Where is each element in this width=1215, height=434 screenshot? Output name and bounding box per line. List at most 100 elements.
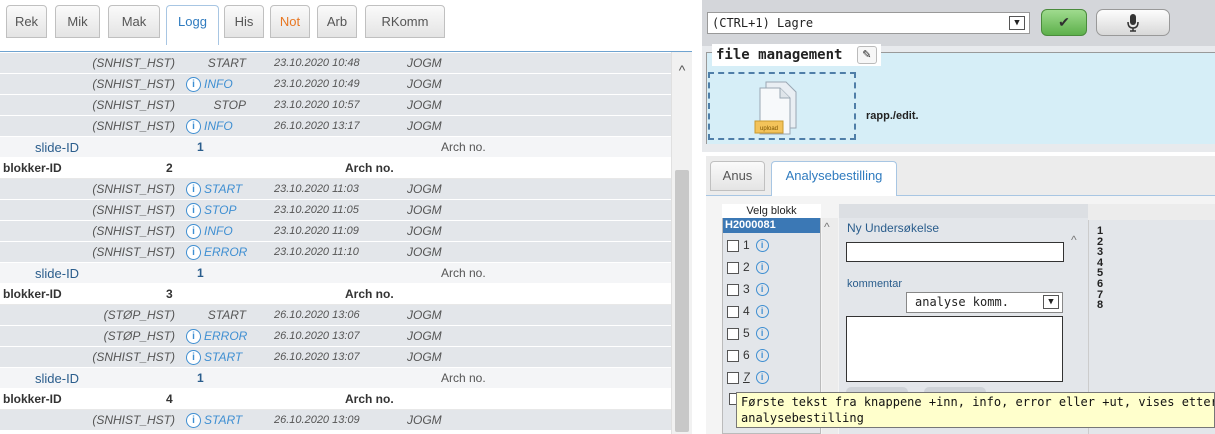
log-date: 23.10.2020 10:49	[274, 78, 360, 90]
slide-row[interactable]: slide-ID 1 Arch no.	[0, 263, 671, 284]
log-type: START	[207, 56, 246, 70]
info-icon[interactable]: i	[755, 305, 769, 319]
blokk-row[interactable]: blokker-ID 4 Arch no.	[0, 389, 671, 410]
blokk-checkbox[interactable]	[727, 261, 739, 274]
blokk-checkbox[interactable]	[727, 349, 739, 362]
info-icon[interactable]: i	[186, 245, 201, 260]
kommentar-select[interactable]: analyse komm. ▼	[906, 292, 1063, 313]
log-row[interactable]: (SNHIST_HST) i START 26.10.2020 13:07 JOGM	[0, 347, 671, 368]
blokk-checkbox[interactable]	[727, 371, 739, 384]
log-type: ERROR	[204, 329, 248, 343]
tooltip-line-2: analysebestilling	[741, 411, 864, 425]
blokk-checkbox[interactable]	[727, 327, 739, 340]
info-icon[interactable]: i	[755, 327, 769, 341]
action-select[interactable]: (CTRL+1) Lagre ▼	[707, 12, 1030, 34]
info-icon[interactable]: i	[755, 371, 769, 385]
log-date: 23.10.2020 11:03	[274, 183, 359, 195]
save-button[interactable]: ✔	[1041, 9, 1087, 36]
info-icon[interactable]: i	[186, 119, 201, 134]
chevron-down-icon[interactable]: ▼	[1009, 16, 1025, 30]
blokk-item[interactable]: 6i	[727, 346, 769, 364]
slide-arch: Arch no.	[441, 140, 486, 154]
slide-row[interactable]: slide-ID 1 Arch no.	[0, 137, 671, 158]
tab-his[interactable]: His	[224, 5, 264, 38]
scroll-up-icon[interactable]: ^	[824, 220, 830, 234]
scroll-up-icon[interactable]: ^	[676, 63, 688, 77]
order-scrollbar[interactable]: ^	[1067, 225, 1085, 265]
info-icon[interactable]: i	[755, 261, 769, 275]
log-row[interactable]: (SNHIST_HST) i START 23.10.2020 11:03 JOGM	[0, 179, 671, 200]
tab-rkomm[interactable]: RKomm	[365, 5, 445, 38]
app-root: Rek Mik Mak Logg His Not Arb RKomm (SNHI…	[0, 0, 1215, 434]
blokk-arch: Arch no.	[345, 287, 394, 301]
log-row[interactable]: (SNHIST_HST) i INFO 26.10.2020 13:17 JOGM	[0, 116, 671, 137]
slide-label: slide-ID	[35, 140, 80, 155]
file-management-title: file management	[716, 47, 843, 63]
tab-anus[interactable]: Anus	[710, 161, 765, 191]
log-date: 23.10.2020 10:48	[274, 57, 360, 69]
kommentar-textarea[interactable]	[846, 316, 1063, 382]
log-row[interactable]: (SNHIST_HST) START 23.10.2020 10:48 JOGM	[0, 53, 671, 74]
rapp-edit-label[interactable]: rapp./edit.	[866, 110, 919, 122]
tab-analysebestilling[interactable]: Analysebestilling	[771, 161, 897, 197]
info-icon[interactable]: i	[186, 182, 201, 197]
tab-rek[interactable]: Rek	[6, 5, 47, 38]
ny-undersokelse-label: Ny Undersøkelse	[847, 221, 940, 235]
info-icon[interactable]: i	[755, 239, 769, 253]
tab-mik[interactable]: Mik	[55, 5, 100, 38]
info-icon[interactable]: i	[186, 203, 201, 218]
info-icon[interactable]: i	[186, 224, 201, 239]
blokk-checkbox[interactable]	[727, 305, 739, 318]
kommentar-select-value: analyse komm.	[915, 295, 1009, 309]
tooltip: Første tekst fra knappene +inn, info, er…	[736, 392, 1215, 428]
blokk-item[interactable]: 2i	[727, 258, 769, 276]
log-scrollbar[interactable]: ^	[671, 52, 692, 434]
info-icon[interactable]: i	[755, 349, 769, 363]
log-row[interactable]: (STØP_HST) START 26.10.2020 13:06 JOGM	[0, 305, 671, 326]
blokk-item[interactable]: 4i	[727, 302, 769, 320]
upload-file-icon[interactable]: upload	[752, 78, 802, 136]
number-item[interactable]: 8	[1097, 300, 1103, 311]
blokk-label: blokker-ID	[3, 392, 62, 406]
tab-logg[interactable]: Logg	[166, 5, 219, 45]
log-row[interactable]: (SNHIST_HST) STOP 23.10.2020 10:57 JOGM	[0, 95, 671, 116]
info-icon[interactable]: i	[186, 329, 201, 344]
log-row[interactable]: (SNHIST_HST) i INFO 23.10.2020 11:09 JOGM	[0, 221, 671, 242]
log-source: (SNHIST_HST)	[92, 203, 175, 217]
log-source: (SNHIST_HST)	[92, 119, 175, 133]
log-row[interactable]: (SNHIST_HST) i START 26.10.2020 13:09 JOGM	[0, 410, 671, 431]
ny-undersokelse-input[interactable]	[846, 242, 1064, 262]
log-row[interactable]: (SNHIST_HST) i STOP 23.10.2020 11:05 JOGM	[0, 200, 671, 221]
log-user: JOGM	[407, 413, 442, 427]
log-type: INFO	[204, 224, 233, 238]
scroll-up-icon[interactable]: ^	[1071, 233, 1077, 247]
log-row[interactable]: (SNHIST_HST) i INFO 23.10.2020 10:49 JOGM	[0, 74, 671, 95]
pencil-icon[interactable]: ✎	[856, 46, 877, 64]
info-icon[interactable]: i	[755, 283, 769, 297]
info-icon[interactable]: i	[186, 350, 201, 365]
log-type: STOP	[213, 98, 246, 112]
blokk-item[interactable]: 3i	[727, 280, 769, 298]
chevron-down-icon[interactable]: ▼	[1043, 295, 1059, 309]
tab-arb[interactable]: Arb	[317, 5, 357, 38]
log-source: (STØP_HST)	[103, 308, 175, 322]
info-icon[interactable]: i	[186, 77, 201, 92]
tab-not[interactable]: Not	[270, 5, 310, 38]
blokk-row[interactable]: blokker-ID 2 Arch no.	[0, 158, 671, 179]
info-icon[interactable]: i	[186, 413, 201, 428]
blokk-item[interactable]: 1i	[727, 236, 769, 254]
blokk-item[interactable]: 5i	[727, 324, 769, 342]
tab-mak[interactable]: Mak	[108, 5, 160, 38]
blokk-checkbox[interactable]	[727, 283, 739, 296]
log-row[interactable]: (SNHIST_HST) i ERROR 23.10.2020 11:10 JOGM	[0, 242, 671, 263]
slide-row[interactable]: slide-ID 1 Arch no.	[0, 368, 671, 389]
blokk-row[interactable]: blokker-ID 3 Arch no.	[0, 284, 671, 305]
blokk-checkbox[interactable]	[727, 239, 739, 252]
log-type: START	[204, 413, 243, 427]
scroll-thumb[interactable]	[675, 170, 689, 432]
blokk-id-selected[interactable]: H2000081	[723, 218, 820, 233]
blokk-item[interactable]: 7i	[727, 368, 769, 386]
dictation-button[interactable]	[1096, 9, 1170, 36]
blokk-number: 1	[743, 238, 750, 252]
log-row[interactable]: (STØP_HST) i ERROR 26.10.2020 13:07 JOGM	[0, 326, 671, 347]
